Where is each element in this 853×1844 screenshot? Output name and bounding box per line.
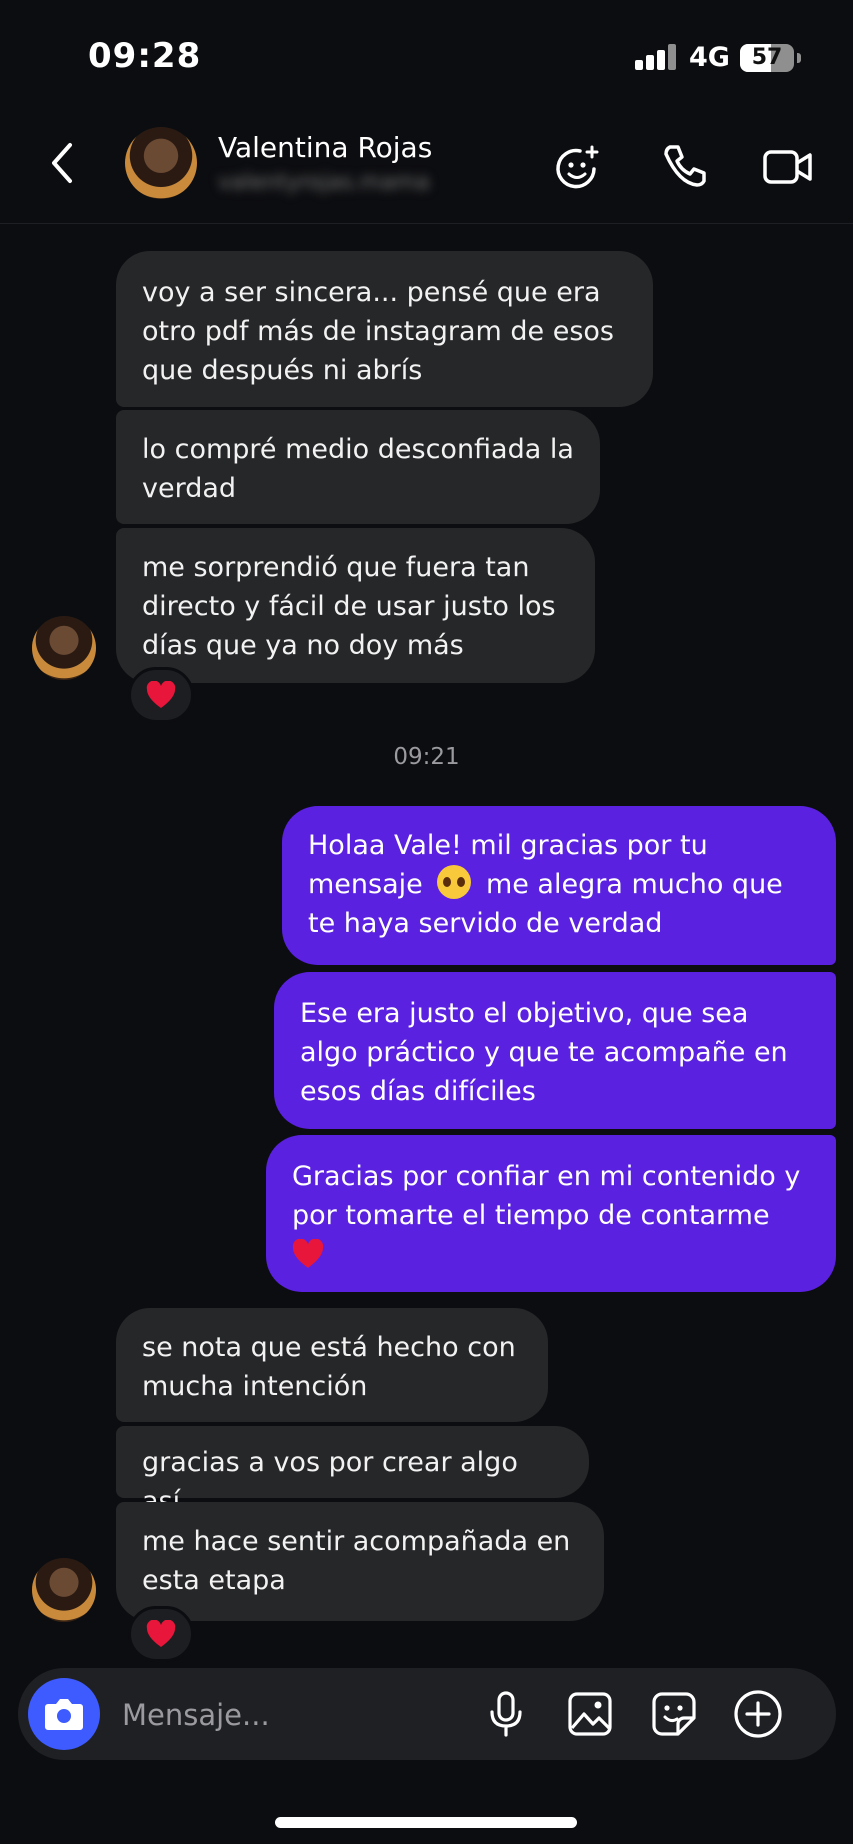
message-line: te haya servido de verdad: [308, 908, 663, 939]
signal-icon: [635, 44, 677, 70]
message-text: me alegra mucho que: [485, 869, 783, 900]
outgoing-message[interactable]: Holaa Vale! mil gracias por tu mensaje m…: [282, 806, 836, 965]
timestamp: 09:21: [393, 744, 460, 770]
status-time: 09:28: [88, 36, 202, 76]
network-type: 4G: [689, 42, 730, 73]
incoming-message[interactable]: me hace sentir acompañada en esta etapa: [116, 1502, 604, 1621]
back-icon[interactable]: [40, 139, 88, 187]
outgoing-message[interactable]: Gracias por confiar en mi contenido y po…: [266, 1135, 836, 1292]
heart-reaction[interactable]: [128, 667, 194, 723]
message-input[interactable]: [120, 1690, 464, 1740]
incoming-message[interactable]: se nota que está hecho con mucha intenci…: [116, 1308, 548, 1422]
video-icon[interactable]: [760, 139, 816, 195]
contact-avatar[interactable]: [125, 127, 197, 199]
heart-icon: [146, 681, 176, 708]
camera-button[interactable]: [28, 1678, 100, 1750]
sticker-icon[interactable]: [648, 1688, 700, 1740]
plus-icon[interactable]: [732, 1688, 784, 1740]
sender-avatar[interactable]: [32, 616, 96, 680]
message-text: Gracias por confiar en mi contenido y po…: [292, 1161, 801, 1231]
battery-icon: 57: [740, 44, 794, 72]
effects-icon[interactable]: [550, 139, 606, 195]
incoming-message[interactable]: me sorprendió que fuera tan directo y fá…: [116, 528, 595, 683]
home-indicator[interactable]: [275, 1817, 577, 1828]
heart-icon: [292, 1238, 324, 1268]
battery-percent: 57: [751, 45, 783, 70]
microphone-icon[interactable]: [480, 1688, 532, 1740]
chat-header: Valentina Rojas valentyrojas.mama: [0, 115, 853, 224]
battery-tip: [797, 53, 801, 63]
incoming-message[interactable]: lo compré medio desconfiada la verdad: [116, 410, 600, 524]
heart-reaction[interactable]: [128, 1606, 194, 1662]
camera-icon: [45, 1699, 83, 1730]
message-line: mensaje me alegra mucho que: [308, 865, 810, 904]
contact-username[interactable]: valentyrojas.mama: [218, 170, 430, 195]
sender-avatar[interactable]: [32, 1558, 96, 1622]
message-composer: [18, 1668, 836, 1760]
phone-icon[interactable]: [656, 139, 712, 195]
contact-name[interactable]: Valentina Rojas: [218, 131, 432, 164]
pleading-face-emoji: [437, 865, 472, 899]
status-bar: 09:28 4G 57: [0, 0, 853, 115]
message-text: mensaje: [308, 869, 423, 900]
heart-icon: [146, 1620, 176, 1647]
gallery-icon[interactable]: [564, 1688, 616, 1740]
incoming-message[interactable]: gracias a vos por crear algo así: [116, 1426, 589, 1517]
message-line: Holaa Vale! mil gracias por tu: [308, 830, 708, 861]
outgoing-message[interactable]: Ese era justo el objetivo, que sea algo …: [274, 972, 836, 1129]
incoming-message[interactable]: voy a ser sincera... pensé que era otro …: [116, 251, 653, 407]
